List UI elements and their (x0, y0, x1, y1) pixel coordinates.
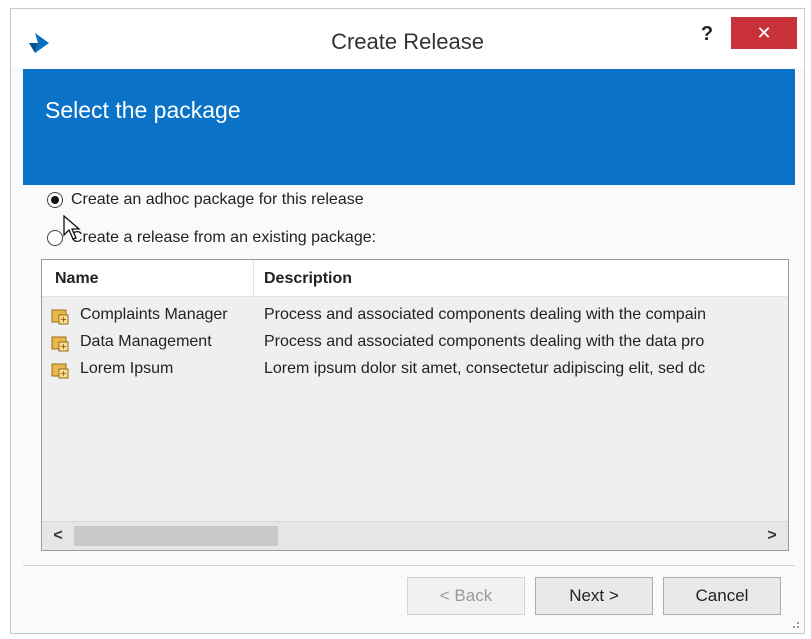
list-header: Name Description (42, 260, 788, 297)
scrollbar-thumb[interactable] (74, 526, 278, 546)
existing-radio[interactable] (47, 230, 63, 246)
package-name: Lorem Ipsum (80, 360, 174, 377)
title-bar: Create Release ? ✕ (11, 9, 804, 67)
package-icon (51, 336, 69, 352)
mouse-cursor-icon (63, 215, 81, 240)
footer-divider (23, 565, 795, 566)
next-button[interactable]: Next > (535, 577, 653, 615)
column-header-description[interactable]: Description (254, 260, 788, 296)
resize-grip-icon[interactable] (788, 617, 800, 629)
package-name: Complaints Manager (80, 306, 228, 323)
existing-package-option[interactable]: Create a release from an existing packag… (47, 229, 376, 247)
package-description: Process and associated components dealin… (264, 333, 705, 350)
package-description: Lorem ipsum dolor sit amet, consectetur … (264, 360, 706, 377)
back-button[interactable]: < Back (407, 577, 525, 615)
package-row[interactable]: Data Management Process and associated c… (42, 330, 788, 356)
help-button[interactable]: ? (695, 21, 719, 47)
package-list[interactable]: Name Description Complaints Manager Proc… (41, 259, 789, 551)
cancel-button[interactable]: Cancel (663, 577, 781, 615)
close-button[interactable]: ✕ (731, 17, 797, 49)
package-row[interactable]: Complaints Manager Process and associate… (42, 303, 788, 329)
column-header-name[interactable]: Name (42, 260, 254, 296)
package-name: Data Management (80, 333, 212, 350)
adhoc-package-option[interactable]: Create an adhoc package for this release (47, 191, 364, 209)
scroll-right-button[interactable]: > (762, 526, 782, 546)
package-icon (51, 363, 69, 379)
step-banner: Select the package (23, 69, 795, 185)
create-release-dialog: Create Release ? ✕ Select the package Cr… (10, 8, 805, 634)
scroll-left-button[interactable]: < (48, 526, 68, 546)
window-title: Create Release (331, 29, 484, 54)
close-icon: ✕ (756, 22, 772, 43)
horizontal-scrollbar[interactable]: < > (42, 521, 788, 550)
adhoc-radio[interactable] (47, 192, 63, 208)
radio-selected-dot (51, 196, 59, 204)
package-description: Process and associated components dealin… (264, 306, 707, 323)
package-icon (51, 309, 69, 325)
package-row[interactable]: Lorem Ipsum Lorem ipsum dolor sit amet, … (42, 357, 788, 383)
existing-radio-label: Create a release from an existing packag… (71, 229, 377, 246)
step-title: Select the package (45, 97, 241, 123)
adhoc-radio-label: Create an adhoc package for this release (71, 191, 364, 208)
